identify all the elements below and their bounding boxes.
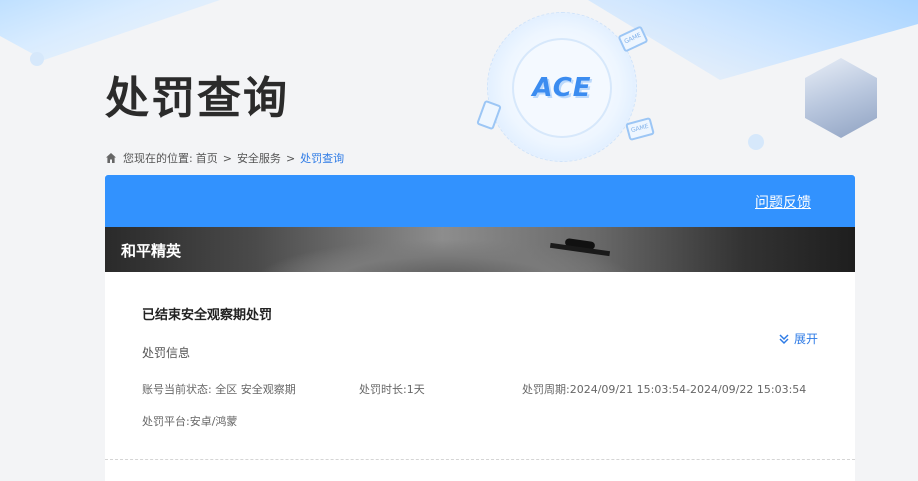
breadcrumb-item-security[interactable]: 安全服务 <box>237 150 281 166</box>
penalty-section-label: 处罚信息 <box>142 346 191 360</box>
duration-label: 处罚时长: <box>359 383 407 396</box>
platform-field: 处罚平台:安卓/鸿蒙 <box>142 413 818 429</box>
breadcrumb-current: 处罚查询 <box>300 152 345 165</box>
status-value: 全区 安全观察期 <box>215 383 296 396</box>
breadcrumb: 您现在的位置: 首页 > 安全服务 > 处罚查询 <box>105 150 344 166</box>
ace-logo-text: ACE <box>532 73 592 103</box>
breadcrumb-prefix: 您现在的位置: <box>123 152 193 165</box>
duration-value: 1天 <box>406 383 425 396</box>
ace-logo: ACE <box>512 38 612 138</box>
duration-field: 处罚时长:1天 <box>359 381 522 397</box>
penalty-panel: 问题反馈 和平精英 已结束安全观察期处罚 处罚信息 账号当前状态: 全区 安全观… <box>105 175 855 481</box>
platform-label: 处罚平台: <box>142 415 190 428</box>
divider <box>105 459 855 460</box>
game-name: 和平精英 <box>121 242 182 260</box>
breadcrumb-separator: > <box>222 151 232 165</box>
game-tag-icon: GAME <box>625 116 655 142</box>
penalty-content: 已结束安全观察期处罚 处罚信息 账号当前状态: 全区 安全观察期 处罚时长:1天… <box>105 304 855 429</box>
background-decoration-left <box>0 0 220 60</box>
character-avatar <box>805 58 877 138</box>
page-title: 处罚查询 <box>105 73 289 124</box>
period-value: 2024/09/21 15:03:54-2024/09/22 15:03:54 <box>569 383 807 396</box>
expand-label: 展开 <box>793 332 818 346</box>
status-label: 账号当前状态: <box>142 383 212 396</box>
status-field: 账号当前状态: 全区 安全观察期 <box>142 381 359 397</box>
expand-button[interactable]: 展开 <box>778 330 818 347</box>
home-icon <box>106 153 116 163</box>
breadcrumb-item-home[interactable]: 首页 <box>196 150 218 166</box>
panel-header: 问题反馈 <box>105 175 855 227</box>
double-chevron-down-icon <box>779 333 789 344</box>
period-field: 处罚周期:2024/09/21 15:03:54-2024/09/22 15:0… <box>522 381 806 397</box>
breadcrumb-separator: > <box>285 151 296 165</box>
feedback-link[interactable]: 问题反馈 <box>755 192 811 212</box>
decor-dot <box>30 52 44 66</box>
decor-dot <box>748 134 764 150</box>
penalty-title: 已结束安全观察期处罚 <box>142 308 273 323</box>
period-label: 处罚周期: <box>522 383 570 396</box>
platform-value: 安卓/鸿蒙 <box>189 415 238 428</box>
penalty-info-row: 账号当前状态: 全区 安全观察期 处罚时长:1天 处罚周期:2024/09/21… <box>142 381 818 397</box>
game-banner: 和平精英 <box>105 227 855 272</box>
